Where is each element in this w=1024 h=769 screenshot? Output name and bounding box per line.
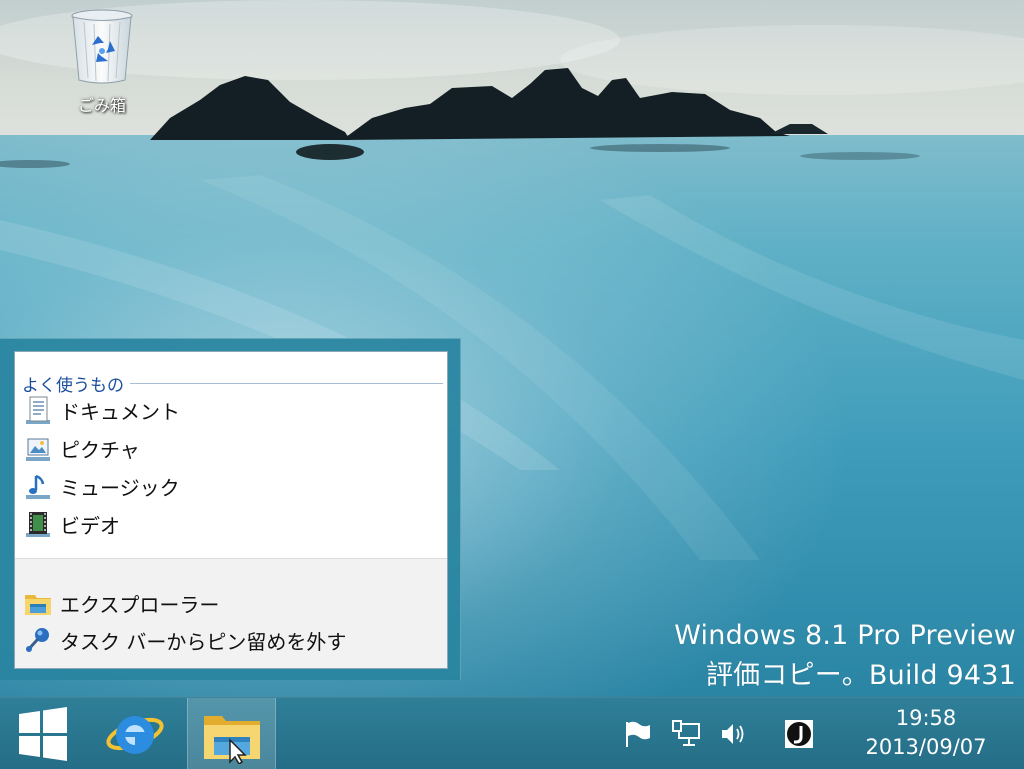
jump-item-videos-label: ビデオ — [60, 513, 120, 538]
start-button[interactable] — [0, 698, 86, 769]
header-divider — [130, 382, 443, 384]
jump-item-videos[interactable]: ビデオ — [22, 507, 120, 541]
jump-item-pictures-label: ピクチャ — [60, 437, 140, 462]
videos-icon — [26, 512, 50, 537]
jump-item-documents-label: ドキュメント — [60, 399, 180, 424]
recycle-bin-label: ごみ箱 — [77, 96, 126, 115]
unpin-icon — [26, 628, 49, 652]
watermark-line-2: 評価コピー。Build 9431 — [705, 660, 1016, 691]
jump-item-pictures[interactable]: ピクチャ — [22, 431, 140, 465]
clock-date: 2013/09/07 — [865, 735, 987, 759]
clock-time: 19:58 — [895, 706, 957, 730]
windows-logo-icon — [19, 706, 67, 761]
flag-icon — [626, 721, 650, 747]
jump-task-explorer-label: エクスプローラー — [60, 592, 220, 617]
speaker-icon — [722, 724, 744, 744]
jump-item-music-label: ミュージック — [60, 475, 180, 500]
explorer-jump-list: よく使うもの ドキュメント ピクチャ ミュージック ビデオ エクスプローラー タ… — [0, 338, 461, 680]
internet-explorer-icon — [106, 715, 164, 754]
taskbar-internet-explorer[interactable] — [92, 698, 178, 769]
recycle-bin-icon — [71, 9, 133, 84]
network-icon — [672, 720, 700, 746]
system-clock[interactable]: 19:58 2013/09/07 — [846, 704, 1006, 762]
file-explorer-icon — [203, 715, 260, 764]
music-icon — [26, 474, 50, 499]
taskbar-file-explorer[interactable] — [187, 698, 276, 769]
frequent-header-label: よく使うもの — [22, 375, 124, 396]
jump-list-panel: よく使うもの ドキュメント ピクチャ ミュージック ビデオ エクスプローラー タ… — [14, 351, 448, 669]
jump-item-documents[interactable]: ドキュメント — [22, 393, 180, 427]
build-watermark: Windows 8.1 Pro Preview 評価コピー。Build 9431 — [674, 616, 1016, 696]
jump-item-music[interactable]: ミュージック — [22, 469, 180, 503]
frequent-section-header: よく使うもの — [22, 372, 443, 396]
ime-j-icon — [785, 720, 813, 748]
pictures-icon — [26, 438, 50, 461]
volume-tray[interactable] — [718, 718, 750, 750]
recycle-bin[interactable]: ごみ箱 — [58, 6, 146, 116]
jump-task-unpin-label: タスク バーからピン留めを外す — [60, 629, 347, 654]
jump-task-open-explorer[interactable]: エクスプローラー — [22, 586, 219, 620]
ime-tray[interactable] — [783, 718, 815, 750]
taskbar: 19:58 2013/09/07 — [0, 697, 1024, 769]
documents-icon — [26, 396, 50, 424]
file-explorer-icon — [25, 595, 51, 615]
watermark-line-1: Windows 8.1 Pro Preview — [674, 620, 1016, 651]
jump-task-unpin[interactable]: タスク バーからピン留めを外す — [22, 623, 346, 657]
action-center-tray[interactable] — [622, 718, 654, 750]
network-tray[interactable] — [670, 718, 702, 750]
